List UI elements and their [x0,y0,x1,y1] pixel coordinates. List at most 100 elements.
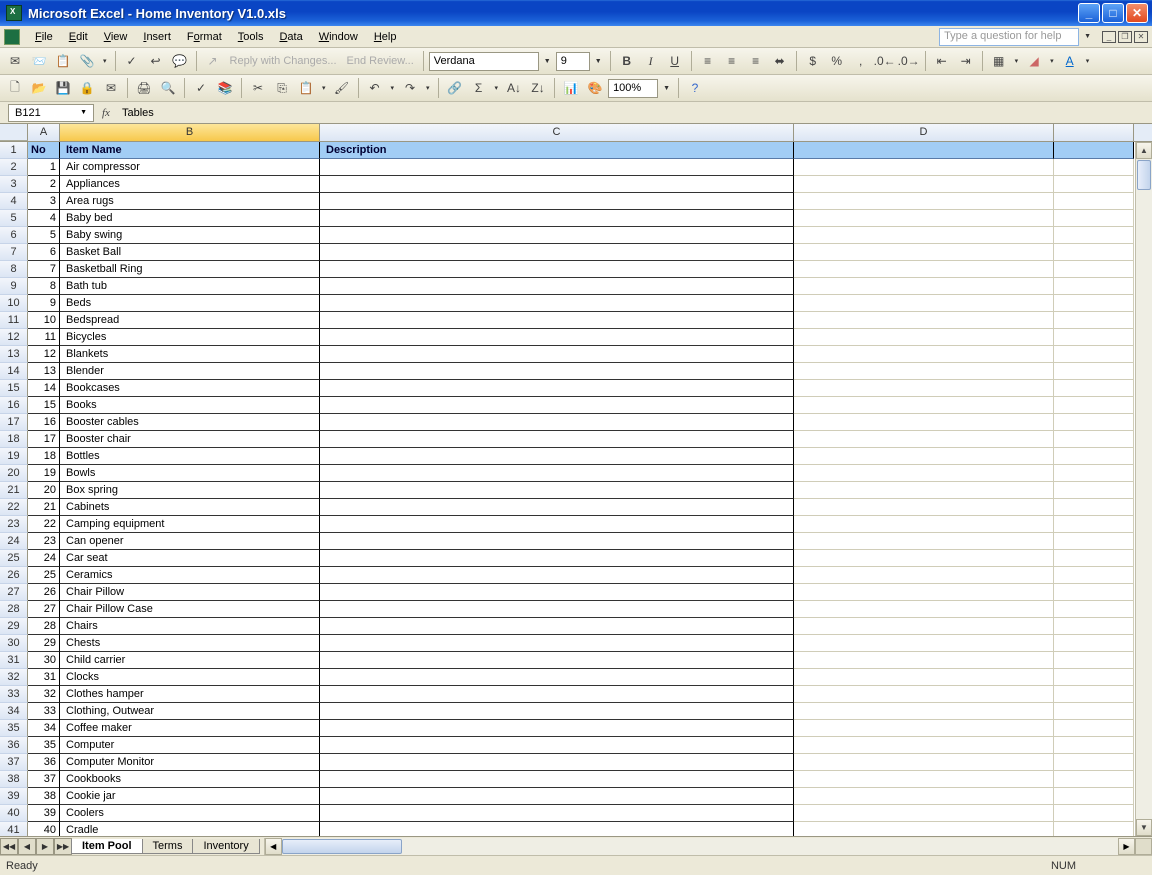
header-no[interactable]: No [28,142,60,159]
name-box-dropdown-icon[interactable]: ▼ [80,109,87,116]
cell[interactable] [1054,431,1134,448]
menu-edit[interactable]: Edit [62,29,95,45]
row-header[interactable]: 27 [0,584,28,601]
horizontal-scrollbar[interactable]: ◀ ▶ [264,838,1152,855]
cell-no[interactable]: 40 [28,822,60,836]
cell-item-name[interactable]: Booster chair [60,431,320,448]
cell-item-name[interactable]: Camping equipment [60,516,320,533]
tab-next-button[interactable]: ▶ [36,838,54,855]
cell[interactable] [1054,312,1134,329]
row-header[interactable]: 39 [0,788,28,805]
menu-view[interactable]: View [97,29,135,45]
cell-no[interactable]: 4 [28,210,60,227]
cell-description[interactable] [320,244,794,261]
cell-item-name[interactable]: Booster cables [60,414,320,431]
cell[interactable] [794,380,1054,397]
cell-description[interactable] [320,210,794,227]
cell-description[interactable] [320,601,794,618]
mdi-minimize-button[interactable]: _ [1102,31,1116,43]
cell-item-name[interactable]: Bicycles [60,329,320,346]
cell-item-name[interactable]: Bowls [60,465,320,482]
cell[interactable] [794,669,1054,686]
cell-description[interactable] [320,261,794,278]
align-left-button[interactable]: ≡ [697,50,719,72]
name-box[interactable]: B121 ▼ [8,104,94,122]
cell-item-name[interactable]: Chests [60,635,320,652]
cell-description[interactable] [320,414,794,431]
paste-dropdown[interactable]: ▾ [319,84,329,92]
cell[interactable] [1054,363,1134,380]
cell[interactable] [1054,669,1134,686]
row-header[interactable]: 10 [0,295,28,312]
minimize-button[interactable]: _ [1078,3,1100,23]
format-painter-button[interactable]: 🖌 [331,77,353,99]
print-preview-button[interactable]: 🔍 [157,77,179,99]
new-button[interactable]: 🗋 [4,77,26,99]
spelling-button[interactable]: ✓ [190,77,212,99]
cell[interactable] [1054,448,1134,465]
cell-no[interactable]: 12 [28,346,60,363]
cell-item-name[interactable]: Cookie jar [60,788,320,805]
cell[interactable] [794,244,1054,261]
route-icon[interactable]: 📋 [52,50,74,72]
row-header[interactable]: 37 [0,754,28,771]
row-header[interactable]: 1 [0,142,28,159]
hscroll-thumb[interactable] [282,839,402,854]
cell-description[interactable] [320,380,794,397]
fill-dropdown[interactable]: ▾ [1047,57,1057,65]
cell[interactable] [794,312,1054,329]
hyperlink-button[interactable]: 🔗 [444,77,466,99]
cell-description[interactable] [320,805,794,822]
cell[interactable] [794,584,1054,601]
cell-no[interactable]: 11 [28,329,60,346]
cell[interactable] [794,686,1054,703]
cell[interactable] [794,822,1054,836]
cell[interactable] [1054,822,1134,836]
cell-description[interactable] [320,346,794,363]
cell-item-name[interactable]: Ceramics [60,567,320,584]
cell[interactable] [1054,278,1134,295]
cell-item-name[interactable]: Air compressor [60,159,320,176]
cell-description[interactable] [320,550,794,567]
research-button[interactable]: 📚 [214,77,236,99]
cell[interactable] [1054,788,1134,805]
row-header[interactable]: 30 [0,635,28,652]
row-header[interactable]: 34 [0,703,28,720]
cell-description[interactable] [320,686,794,703]
row-header[interactable]: 5 [0,210,28,227]
sheet-tab-inventory[interactable]: Inventory [192,839,259,854]
align-right-button[interactable]: ≡ [745,50,767,72]
cell[interactable] [1054,635,1134,652]
mail-button[interactable]: ✉ [100,77,122,99]
cell-no[interactable]: 6 [28,244,60,261]
reject-icon[interactable]: ↩ [145,50,167,72]
cell[interactable] [1054,397,1134,414]
row-header[interactable]: 38 [0,771,28,788]
cell-no[interactable]: 39 [28,805,60,822]
row-header[interactable]: 17 [0,414,28,431]
scroll-down-button[interactable]: ▼ [1136,819,1152,836]
cell-no[interactable]: 22 [28,516,60,533]
col-header-D[interactable]: D [794,124,1054,141]
cell[interactable] [794,482,1054,499]
cell-description[interactable] [320,737,794,754]
sheet-tab-terms[interactable]: Terms [142,839,194,854]
cell-no[interactable]: 28 [28,618,60,635]
cell[interactable] [1054,227,1134,244]
row-header[interactable]: 13 [0,346,28,363]
decrease-indent-button[interactable]: ⇤ [931,50,953,72]
row-header[interactable]: 31 [0,652,28,669]
cell[interactable] [794,516,1054,533]
header-description[interactable]: Description [320,142,794,159]
cell-item-name[interactable]: Beds [60,295,320,312]
cell[interactable] [1054,805,1134,822]
cell-item-name[interactable]: Basket Ball [60,244,320,261]
cell[interactable] [794,550,1054,567]
cell[interactable] [794,448,1054,465]
font-color-dropdown[interactable]: ▾ [1083,57,1093,65]
row-header[interactable]: 23 [0,516,28,533]
row-header[interactable]: 41 [0,822,28,836]
cell-no[interactable]: 16 [28,414,60,431]
cell[interactable] [1054,618,1134,635]
row-header[interactable]: 8 [0,261,28,278]
